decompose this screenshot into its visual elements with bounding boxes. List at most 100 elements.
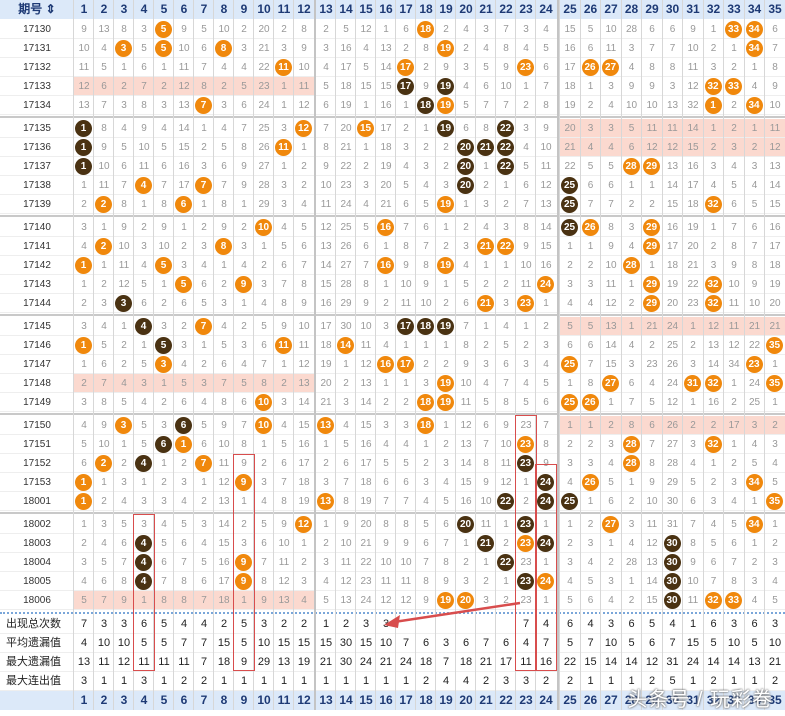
omission-cell: 1 — [201, 123, 207, 134]
omission-cell: 20 — [687, 241, 699, 252]
stat-value: 15 — [297, 637, 311, 649]
omission-cell: 1 — [101, 222, 107, 233]
drawn-number-ball: 32 — [704, 295, 722, 312]
omission-cell: 19 — [687, 222, 699, 233]
omission-cell: 2 — [241, 321, 247, 332]
omission-cell: 10 — [500, 81, 512, 92]
drawn-number-ball: 32 — [704, 276, 722, 293]
stat-value: 6 — [751, 618, 758, 630]
omission-cell: 4 — [121, 496, 127, 507]
stat-value: 21 — [479, 656, 493, 668]
column-line — [293, 0, 294, 710]
omission-cell: 12 — [605, 298, 617, 309]
omission-cell: 1 — [503, 576, 509, 587]
omission-cell: 27 — [258, 161, 270, 172]
omission-cell: 1 — [751, 62, 758, 73]
omission-cell: 30 — [340, 321, 352, 332]
drawn-number-ball: 30 — [663, 554, 681, 571]
omission-cell: 1 — [281, 100, 287, 111]
omission-cell: 7 — [261, 557, 267, 568]
omission-cell: 28 — [666, 458, 679, 469]
omission-cell: 4 — [587, 557, 594, 568]
omission-cell: 6 — [587, 43, 594, 54]
header-number-35: 35 — [768, 2, 782, 16]
header-number-11: 11 — [277, 2, 291, 16]
omission-cell: 2 — [710, 43, 717, 54]
omission-cell: 2 — [301, 180, 307, 191]
column-line — [743, 0, 745, 710]
omission-cell: 8 — [161, 595, 167, 606]
omission-cell: 6 — [261, 340, 267, 351]
omission-cell: 1 — [608, 397, 614, 408]
period-cell: 18003 — [23, 538, 51, 549]
annotation-box-col23 — [515, 415, 537, 671]
omission-cell: 4 — [772, 458, 778, 469]
period-header[interactable]: 期号 ⇕ — [0, 0, 74, 19]
omission-cell: 2 — [628, 199, 635, 210]
omission-cell: 2 — [323, 538, 329, 549]
omission-cell: 2 — [101, 496, 107, 507]
omission-cell: 3 — [281, 397, 287, 408]
omission-cell: 10 — [687, 576, 699, 587]
omission-cell: 7 — [669, 43, 676, 54]
omission-cell: 2 — [323, 24, 329, 35]
omission-cell: 2 — [383, 298, 389, 309]
omission-cell: 3 — [628, 43, 635, 54]
drawn-number-ball: 32 — [704, 592, 722, 609]
omission-cell: 2 — [608, 557, 614, 568]
omission-cell: 5 — [690, 477, 696, 488]
stat-value: 12 — [117, 656, 131, 668]
stat-value: 3 — [362, 618, 370, 630]
omission-cell: 1 — [403, 340, 409, 351]
omission-cell: 3 — [101, 298, 107, 309]
drawn-number-ball: 1 — [75, 120, 92, 137]
omission-cell: 1 — [201, 199, 207, 210]
omission-cell: 4 — [101, 321, 107, 332]
omission-cell: 12 — [360, 24, 372, 35]
omission-cell: 1 — [363, 100, 369, 111]
header-number-21: 21 — [479, 2, 493, 16]
omission-cell: 9 — [121, 222, 127, 233]
omission-cell: 11 — [298, 340, 310, 351]
omission-cell: 11 — [400, 298, 412, 309]
omission-cell: 6 — [608, 496, 614, 507]
header-number-8: 8 — [220, 2, 228, 16]
omission-cell: 2 — [690, 340, 696, 351]
omission-cell: 28 — [340, 279, 352, 290]
omission-cell: 10 — [480, 496, 492, 507]
omission-cell: 18 — [564, 81, 576, 92]
omission-cell: 6 — [423, 538, 429, 549]
stat-value: 14 — [707, 656, 720, 668]
omission-cell: 23 — [360, 576, 372, 587]
header-number-22: 22 — [499, 693, 513, 707]
omission-cell: 11 — [320, 199, 332, 210]
omission-cell: 7 — [423, 557, 429, 568]
omission-cell: 5 — [281, 439, 287, 450]
omission-cell: 6 — [710, 557, 717, 568]
drawn-number-ball: 11 — [275, 59, 292, 76]
omission-cell: 11 — [480, 519, 492, 530]
omission-cell: 5 — [261, 519, 267, 530]
period-cell: 17150 — [23, 420, 51, 431]
omission-cell: 7 — [483, 100, 489, 111]
omission-cell: 8 — [690, 538, 696, 549]
stat-value: 15 — [359, 637, 373, 649]
omission-cell: 14 — [605, 340, 617, 351]
drawn-number-ball: 13 — [317, 493, 334, 510]
omission-cell: 5 — [363, 62, 369, 73]
omission-cell: 12 — [218, 477, 230, 488]
omission-cell: 19 — [320, 359, 332, 370]
omission-cell: 5 — [751, 458, 758, 469]
drawn-number-ball: 7 — [195, 455, 212, 472]
omission-cell: 6 — [101, 359, 107, 370]
drawn-number-ball: 5 — [155, 40, 172, 57]
stat-value: 13 — [277, 656, 291, 668]
omission-cell: 13 — [340, 595, 352, 606]
stats-divider — [0, 612, 785, 614]
column-line — [113, 0, 114, 710]
omission-cell: 9 — [690, 24, 696, 35]
omission-cell: 20 — [360, 519, 372, 530]
omission-cell: 6 — [649, 24, 655, 35]
omission-cell: 2 — [161, 81, 167, 92]
omission-cell: 3 — [221, 100, 227, 111]
